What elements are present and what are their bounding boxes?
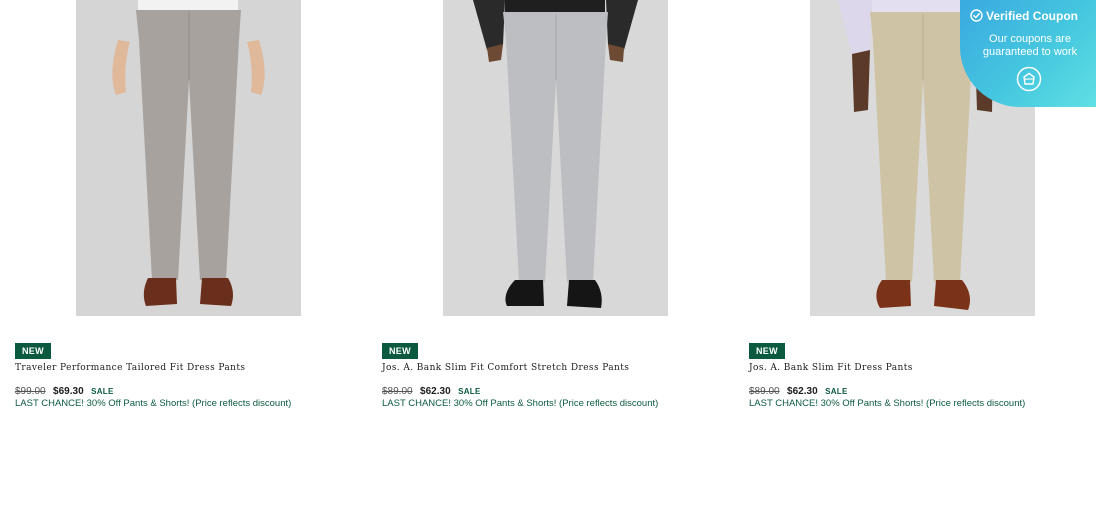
new-badge: NEW [15,343,51,359]
product-image[interactable] [443,0,668,316]
verified-coupon-widget[interactable]: Verified Coupon Our coupons are guarante… [960,0,1096,107]
sale-label: SALE [825,387,848,396]
sale-price: $62.30 [420,386,451,397]
original-price: $89.00 [382,386,413,397]
price-row: $99.00 $69.30 SALE [15,381,114,399]
original-price: $99.00 [15,386,46,397]
pants-illustration [76,0,301,316]
promo-text: LAST CHANCE! 30% Off Pants & Shorts! (Pr… [382,398,659,409]
sale-label: SALE [91,387,114,396]
coupon-subtitle: Our coupons are guaranteed to work [982,33,1078,58]
coupon-title: Verified Coupon [970,9,1078,23]
sale-price: $62.30 [787,386,818,397]
coupon-title-text: Verified Coupon [986,9,1079,23]
check-circle-icon [970,9,983,22]
price-row: $89.00 $62.30 SALE [749,381,848,399]
product-name[interactable]: Traveler Performance Tailored Fit Dress … [15,363,245,373]
product-name[interactable]: Jos. A. Bank Slim Fit Dress Pants [749,363,913,373]
price-row: $89.00 $62.30 SALE [382,381,481,399]
product-name[interactable]: Jos. A. Bank Slim Fit Comfort Stretch Dr… [382,363,629,373]
new-badge: NEW [749,343,785,359]
promo-text: LAST CHANCE! 30% Off Pants & Shorts! (Pr… [15,398,292,409]
sale-label: SALE [458,387,481,396]
sale-price: $69.30 [53,386,84,397]
pants-illustration [443,0,668,316]
product-image[interactable] [76,0,301,316]
new-badge: NEW [382,343,418,359]
coupon-tag-icon[interactable] [1016,66,1042,92]
original-price: $89.00 [749,386,780,397]
promo-text: LAST CHANCE! 30% Off Pants & Shorts! (Pr… [749,398,1026,409]
